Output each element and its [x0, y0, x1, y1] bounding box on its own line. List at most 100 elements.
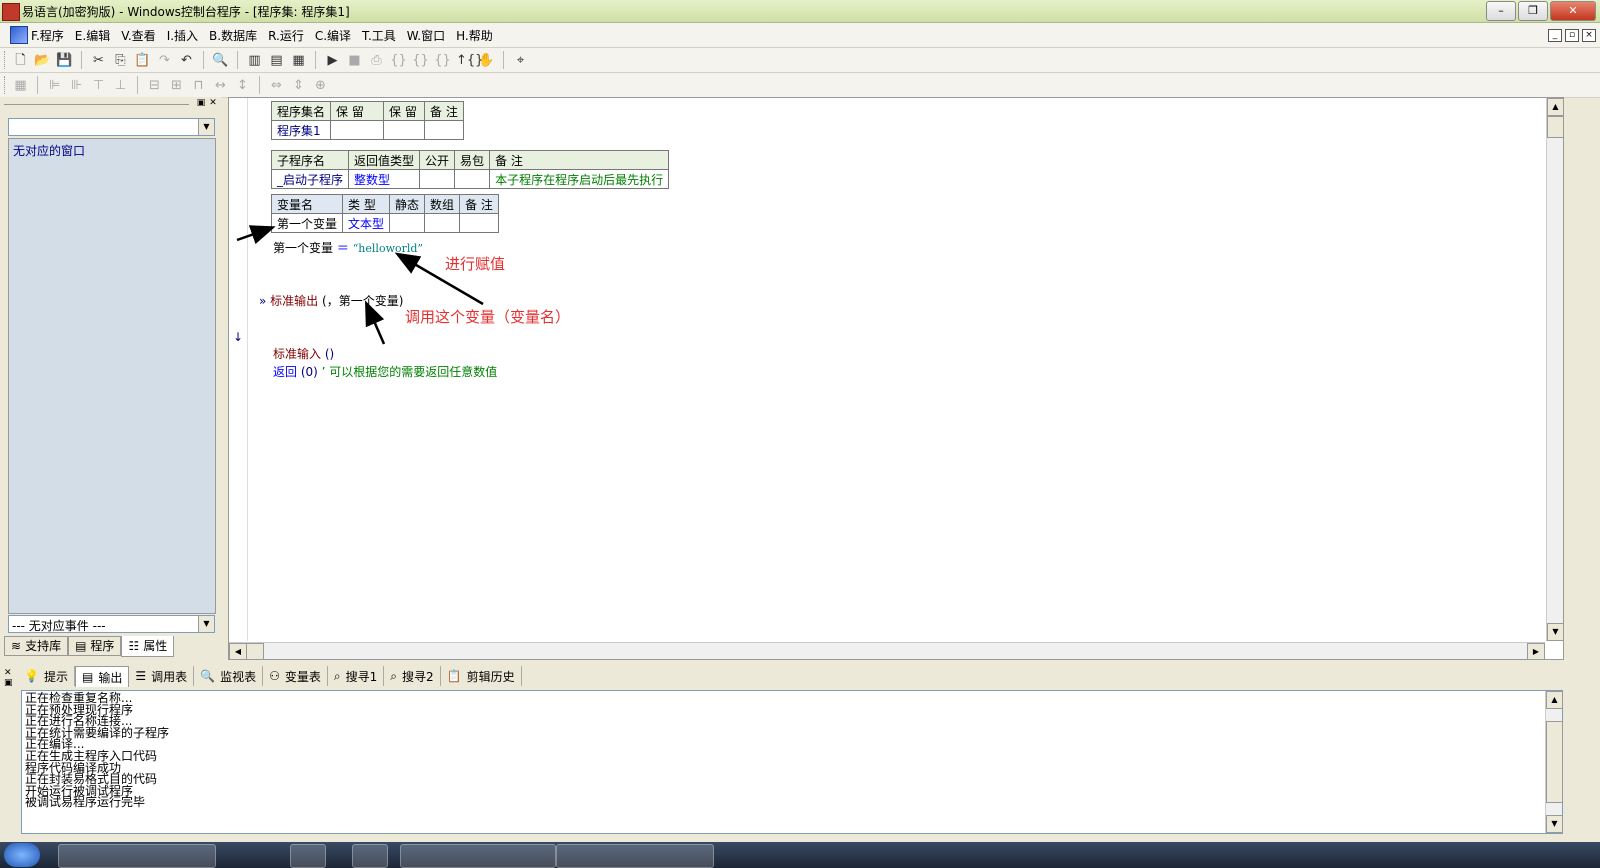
run-icon[interactable]: ▶	[324, 52, 341, 69]
tab-call-stack[interactable]: ☰ 调用表	[129, 666, 195, 686]
save-icon[interactable]: 💾	[56, 52, 73, 69]
start-button[interactable]	[4, 843, 40, 867]
menu-window[interactable]: W.窗口	[407, 27, 445, 44]
event-selector[interactable]: --- 无对应事件 --- ▼	[8, 615, 215, 633]
chevron-down-icon[interactable]: ▼	[198, 616, 214, 632]
taskbar-item[interactable]	[400, 844, 556, 868]
menu-compile[interactable]: C.编译	[315, 27, 351, 44]
menu-view[interactable]: V.查看	[121, 27, 155, 44]
arrow-to-call-arg	[365, 300, 386, 345]
binoculars-icon[interactable]: ⌖	[512, 52, 529, 69]
layout3-icon[interactable]: ▦	[290, 52, 307, 69]
taskbar-item[interactable]	[352, 844, 388, 868]
space-v-icon[interactable]: ↕	[234, 77, 251, 94]
run-to-cursor-icon[interactable]: ↑{}	[456, 52, 483, 69]
menu-insert[interactable]: I.插入	[167, 27, 198, 44]
minimize-button[interactable]: –	[1486, 1, 1516, 21]
close-panel-icon[interactable]: ✕	[208, 98, 218, 108]
taskbar-item[interactable]	[556, 844, 714, 868]
space-h-icon[interactable]: ↔	[212, 77, 229, 94]
tab-search2[interactable]: ⌕ 搜寻2	[384, 666, 441, 686]
code-editor[interactable]: ↓ 程序集名 保 留 保 留 备 注 程序集1 子程序名 返回值类型 公开 易包…	[228, 97, 1564, 660]
tab-hint[interactable]: 💡 提示	[18, 666, 75, 686]
align-bottom-icon[interactable]: ⊥	[112, 77, 129, 94]
menu-database[interactable]: B.数据库	[209, 27, 257, 44]
title-bar: 易语言(加密狗版) - Windows控制台程序 - [程序集: 程序集1] –…	[0, 0, 1600, 23]
tab-variables[interactable]: ⚇ 变量表	[263, 666, 328, 686]
same-height-icon[interactable]: ⊓	[190, 77, 207, 94]
window-list[interactable]: 无对应的窗口	[8, 138, 216, 614]
menu-tools[interactable]: T.工具	[362, 27, 396, 44]
output-pane[interactable]: 正在检查重复名称... 正在预处理现行程序 正在进行名称连接... 正在统计需要…	[21, 690, 1563, 834]
output-vertical-scrollbar[interactable]: ▲ ▼	[1545, 691, 1563, 833]
center-h-icon[interactable]: ⊟	[146, 77, 163, 94]
tab-support-library[interactable]: ≋ 支持库	[4, 636, 69, 656]
stop-icon[interactable]: ■	[346, 52, 363, 69]
scroll-up-icon[interactable]: ▲	[1546, 691, 1563, 709]
step-icon[interactable]: ⎙	[368, 52, 385, 69]
scroll-down-icon[interactable]: ▼	[1547, 623, 1564, 641]
align-right-icon[interactable]: ⊪	[68, 77, 85, 94]
panel-side-controls: ✕ ▣	[4, 668, 14, 688]
tab-properties[interactable]: ☷ 属性	[121, 636, 175, 657]
list-item[interactable]: 无对应的窗口	[13, 142, 85, 159]
menu-run[interactable]: R.运行	[268, 27, 304, 44]
editor-vertical-scrollbar[interactable]: ▲ ▼	[1546, 98, 1564, 641]
mdi-minimize-button[interactable]: _	[1548, 29, 1562, 42]
code-line-return[interactable]: 返回 (0) ’ 可以根据您的需要返回任意数值	[273, 363, 497, 380]
toolbar-grip[interactable]	[4, 51, 8, 69]
scroll-down-icon[interactable]: ▼	[1546, 815, 1563, 833]
center-icon[interactable]: ⊕	[312, 77, 329, 94]
align-top-icon[interactable]: ⊤	[90, 77, 107, 94]
new-file-icon[interactable]: 🗋	[12, 52, 29, 69]
editor-horizontal-scrollbar[interactable]: ◀ ▶	[229, 642, 1545, 660]
maximize-button[interactable]: ❐	[1518, 1, 1548, 21]
step-into-icon[interactable]: {}	[390, 52, 407, 69]
pin-icon[interactable]: ▣	[4, 678, 14, 688]
center-v-icon[interactable]: ⊞	[168, 77, 185, 94]
tab-program[interactable]: ▤ 程序	[68, 636, 122, 656]
toolbar-separator	[259, 76, 260, 94]
mdi-restore-button[interactable]: ▫	[1565, 29, 1579, 42]
open-icon[interactable]: 📂	[34, 52, 51, 69]
paste-icon[interactable]: 📋	[134, 52, 151, 69]
toolbar-separator	[203, 51, 204, 69]
layout2-icon[interactable]: ▤	[268, 52, 285, 69]
cut-icon[interactable]: ✂	[90, 52, 107, 69]
taskbar-item[interactable]	[58, 844, 216, 868]
toolbar-grip[interactable]	[4, 76, 8, 94]
find-icon[interactable]: 🔍	[212, 52, 229, 69]
scroll-thumb[interactable]	[1547, 116, 1564, 138]
mdi-close-button[interactable]: ×	[1582, 29, 1596, 42]
undo-icon[interactable]: ↶	[178, 52, 195, 69]
grid-icon[interactable]: ▦	[12, 77, 29, 94]
same-width-icon[interactable]: ⇔	[268, 77, 285, 94]
menu-edit[interactable]: E.编辑	[75, 27, 110, 44]
chevron-down-icon[interactable]: ▼	[198, 119, 214, 135]
menu-help[interactable]: H.帮助	[456, 27, 493, 44]
scroll-left-icon[interactable]: ◀	[229, 643, 247, 660]
step-out-icon[interactable]: {}	[412, 52, 429, 69]
tab-search1[interactable]: ⌕ 搜寻1	[328, 666, 385, 686]
copy-icon[interactable]: ⎘	[112, 52, 129, 69]
hand-icon[interactable]: ✋	[478, 52, 495, 69]
taskbar-item[interactable]	[290, 844, 326, 868]
align-left-icon[interactable]: ⊫	[46, 77, 63, 94]
close-button[interactable]: ✕	[1550, 1, 1596, 21]
close-panel-icon[interactable]: ✕	[4, 668, 14, 678]
tab-output[interactable]: ▤ 输出	[74, 666, 130, 687]
step-over-icon[interactable]: {}	[434, 52, 451, 69]
scroll-up-icon[interactable]: ▲	[1547, 98, 1564, 116]
tab-watch[interactable]: 🔍 监视表	[194, 666, 264, 686]
pin-icon[interactable]: ▣	[196, 98, 206, 108]
tab-clipboard-history[interactable]: 📋 剪辑历史	[441, 666, 522, 686]
same-size-icon[interactable]: ⇕	[290, 77, 307, 94]
window-selector[interactable]: ▼	[8, 118, 215, 136]
scroll-thumb-h[interactable]	[246, 643, 264, 660]
menu-program[interactable]: F.程序	[31, 27, 64, 44]
scroll-thumb[interactable]	[1546, 721, 1563, 803]
document-icon[interactable]	[10, 26, 28, 44]
layout1-icon[interactable]: ▥	[246, 52, 263, 69]
scroll-right-icon[interactable]: ▶	[1527, 643, 1545, 660]
redo-icon[interactable]: ↷	[156, 52, 173, 69]
